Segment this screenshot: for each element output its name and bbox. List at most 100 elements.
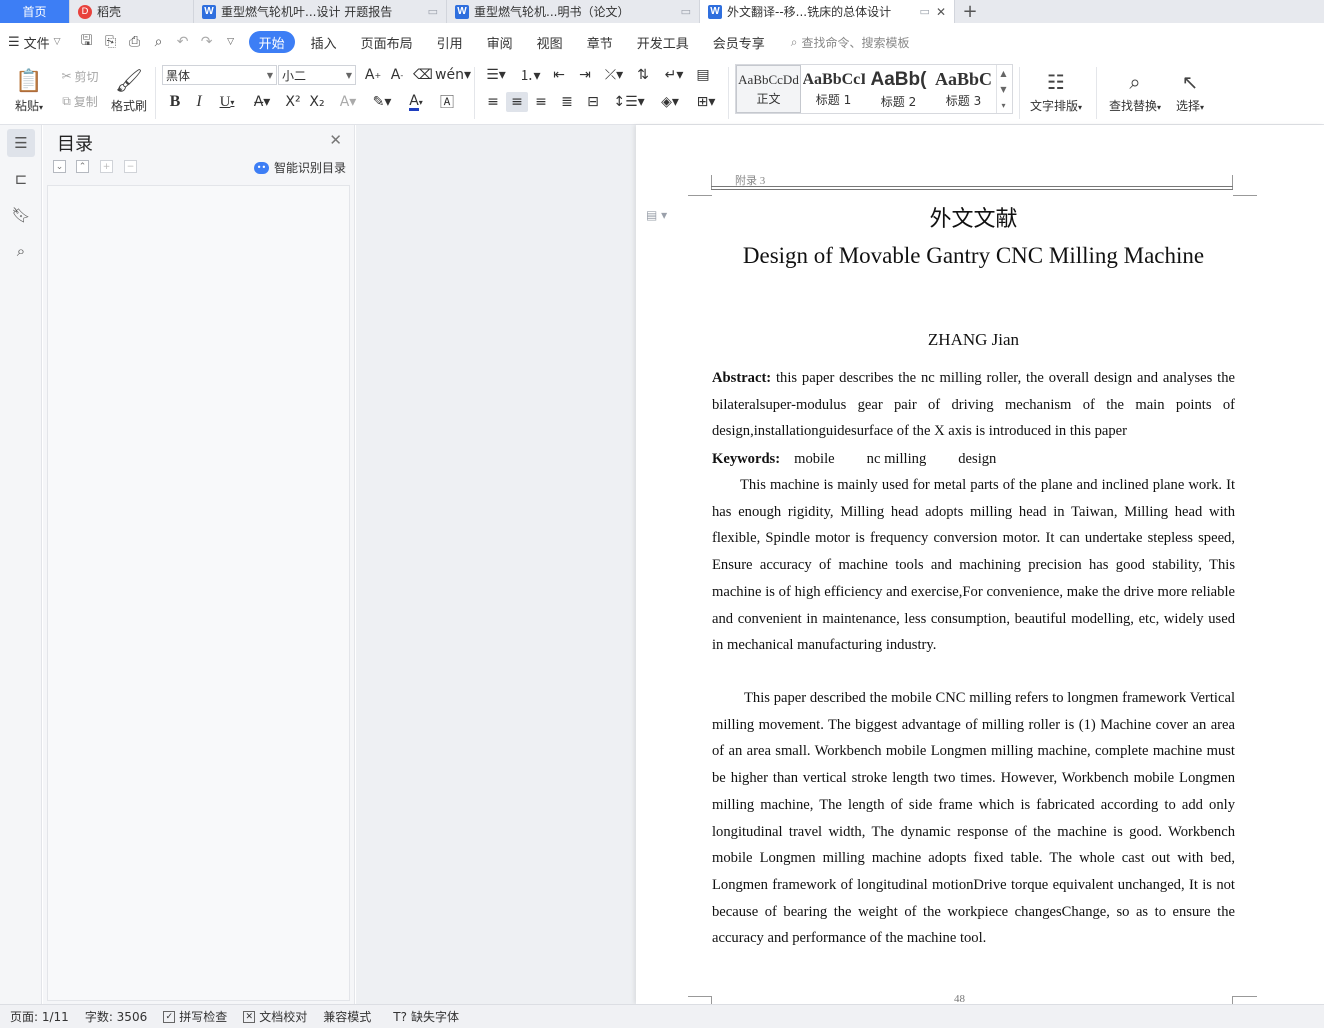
tab-daoke-label: 稻壳 xyxy=(97,5,122,19)
chevron-up-icon[interactable]: ▲ xyxy=(1000,69,1006,78)
redo-icon[interactable]: ↷ xyxy=(198,33,216,51)
shrink-font-icon[interactable]: A- xyxy=(386,65,408,85)
increase-indent-icon[interactable]: ⇥ xyxy=(574,65,596,85)
sort-icon[interactable]: ⇅ xyxy=(632,65,654,85)
missing-font-button[interactable]: T? 缺失字体 xyxy=(393,1008,459,1025)
search-icon[interactable]: ⌕ xyxy=(7,237,35,265)
magnifier-icon: ⌕ xyxy=(1129,69,1141,94)
strikethrough-icon[interactable]: A̶▾ xyxy=(248,92,276,112)
expand-all-icon[interactable]: ⌃ xyxy=(76,160,89,173)
toc-title: 目录 xyxy=(57,134,93,155)
spell-check-label: 拼写检查 xyxy=(179,1010,228,1024)
print-preview-icon[interactable]: ⌕ xyxy=(150,33,168,51)
doc-proof-button[interactable]: ✕ 文档校对 xyxy=(243,1008,307,1025)
pinyin-icon[interactable]: wén▾ xyxy=(435,65,471,85)
add-heading-icon[interactable]: + xyxy=(100,160,113,173)
collapse-all-icon[interactable]: ⌄ xyxy=(53,160,66,173)
clear-format-icon[interactable]: ⌫ xyxy=(412,65,434,85)
justify-icon[interactable]: ≣ xyxy=(556,92,578,112)
bold-icon[interactable]: B xyxy=(164,92,186,112)
copy-button[interactable]: ⧉ 复制 xyxy=(56,91,104,111)
more-icon[interactable]: ▾ xyxy=(1001,101,1005,110)
file-menu[interactable]: ☰ 文件 ▽ xyxy=(8,33,61,52)
bullet-list-icon[interactable]: ☰▾ xyxy=(482,65,510,85)
find-replace-button[interactable]: ⌕ 查找替换▾ xyxy=(1104,65,1166,117)
tab-insert[interactable]: 插入 xyxy=(299,31,349,53)
paste-button[interactable]: 📋 粘贴▾ xyxy=(8,65,50,117)
line-spacing-icon[interactable]: ↕☰▾ xyxy=(613,92,644,112)
writer-doc-icon: W xyxy=(708,4,722,19)
cut-label: 剪切 xyxy=(74,69,99,84)
chinese-layout-icon[interactable]: ⤫▾ xyxy=(600,65,628,85)
font-color-icon[interactable]: A ▾ xyxy=(402,92,430,112)
tab-page-layout[interactable]: 页面布局 xyxy=(349,31,425,53)
subscript-icon[interactable]: X₂ xyxy=(306,92,328,112)
new-tab-button[interactable]: + xyxy=(955,0,985,23)
underline-icon[interactable]: U ▾ xyxy=(212,92,242,112)
writer-doc-icon: W xyxy=(202,4,216,19)
document-page[interactable]: 附录 3 ▤ ▾ 外文文献 Design of Movable Gantry C… xyxy=(636,125,1324,1004)
highlight-icon[interactable]: ✎▾ xyxy=(368,92,396,112)
table-tools-icon[interactable]: ▤ xyxy=(692,65,714,85)
tab-doc-thesis[interactable]: W 重型燃气轮机...明书（论文） ▭ xyxy=(447,0,700,23)
export-pdf-icon[interactable]: ⎘ xyxy=(102,33,120,51)
bookmark-icon[interactable]: 🔖︎ xyxy=(7,201,35,229)
style-heading-2[interactable]: AaBb( 标题 2 xyxy=(866,65,931,113)
tab-home-ribbon[interactable]: 开始 xyxy=(248,31,295,53)
tab-doc-proposal[interactable]: W 重型燃气轮机叶...设计 开题报告 ▭ xyxy=(194,0,447,23)
close-icon[interactable]: ✕ xyxy=(936,5,946,19)
spell-check-button[interactable]: ✓ 拼写检查 xyxy=(163,1008,227,1025)
style-normal[interactable]: AaBbCcDd 正文 xyxy=(736,65,801,113)
tab-view[interactable]: 视图 xyxy=(525,31,575,53)
print-icon[interactable]: ⎙ xyxy=(126,33,144,51)
remove-heading-icon[interactable]: − xyxy=(124,160,137,173)
align-left-icon[interactable]: ≡ xyxy=(482,92,504,112)
undo-icon[interactable]: ↶ xyxy=(174,33,192,51)
tab-developer[interactable]: 开发工具 xyxy=(625,31,701,53)
style-gallery-scroll[interactable]: ▲ ▼ ▾ xyxy=(996,65,1010,113)
chevron-down-icon[interactable]: ▼ xyxy=(1000,85,1006,94)
show-marks-icon[interactable]: ↵▾ xyxy=(660,65,688,85)
title-cn: 外文文献 xyxy=(929,207,1018,232)
command-search[interactable]: ⌕ 查找命令、搜索模板 xyxy=(791,34,910,51)
tab-home[interactable]: 首页 xyxy=(0,0,70,23)
font-size-select[interactable]: 小二 ▼ xyxy=(278,65,356,85)
char-border-icon[interactable]: 🄰 xyxy=(436,92,458,112)
text-effect-icon[interactable]: A▾ xyxy=(334,92,362,112)
borders-icon[interactable]: ⊞▾ xyxy=(692,92,720,112)
text-layout-button[interactable]: ☷ 文字排版▾ xyxy=(1024,65,1088,117)
tab-section[interactable]: 章节 xyxy=(575,31,625,53)
customize-chevron-icon[interactable]: ▽ xyxy=(222,33,240,51)
author: ZHANG Jian xyxy=(927,330,1020,349)
style-heading-3[interactable]: AaBbC 标题 3 xyxy=(931,65,996,113)
format-painter-button[interactable]: 🖌 格式刷 xyxy=(108,65,150,117)
chapter-nav-icon[interactable]: ⊏ xyxy=(7,165,35,193)
align-center-icon[interactable]: ≡ xyxy=(506,92,528,112)
decrease-indent-icon[interactable]: ⇤ xyxy=(548,65,570,85)
tab-daoke[interactable]: D 稻壳 xyxy=(70,0,194,23)
tab-review[interactable]: 审阅 xyxy=(475,31,525,53)
font-name-select[interactable]: 黑体 ▼ xyxy=(162,65,277,85)
shading-icon[interactable]: ◈▾ xyxy=(656,92,684,112)
superscript-icon[interactable]: X² xyxy=(282,92,304,112)
select-button[interactable]: ↖ 选择▾ xyxy=(1168,65,1212,117)
numbered-list-icon[interactable]: ⒈▾ xyxy=(516,65,544,85)
tab-doc-translation[interactable]: W 外文翻译--移...铣床的总体设计 ▭ ✕ xyxy=(700,0,955,23)
tab-doc-label: 重型燃气轮机...明书（论文） xyxy=(474,5,630,19)
distributed-icon[interactable]: ⊟ xyxy=(582,92,604,112)
tab-references[interactable]: 引用 xyxy=(425,31,475,53)
save-icon[interactable]: 🖫 xyxy=(78,33,96,51)
paragraph-layout-icon[interactable]: ▤ ▾ xyxy=(646,208,667,222)
tab-member[interactable]: 会员专享 xyxy=(701,31,777,53)
toc-panel-icon[interactable]: ☰ xyxy=(7,129,35,157)
style-heading-1[interactable]: AaBbCcI 标题 1 xyxy=(801,65,866,113)
italic-icon[interactable]: I xyxy=(188,92,210,112)
smart-toc-button[interactable]: •• 智能识别目录 xyxy=(253,159,346,176)
align-right-icon[interactable]: ≡ xyxy=(530,92,552,112)
grow-font-icon[interactable]: A + xyxy=(362,65,384,85)
monitor-icon: ▭ xyxy=(427,5,438,18)
cut-button[interactable]: ✂ 剪切 xyxy=(56,66,104,86)
word-count[interactable]: 字数: 3506 xyxy=(85,1008,147,1025)
close-icon[interactable]: ✕ xyxy=(329,131,342,149)
page-indicator[interactable]: 页面: 1/11 xyxy=(10,1008,69,1025)
